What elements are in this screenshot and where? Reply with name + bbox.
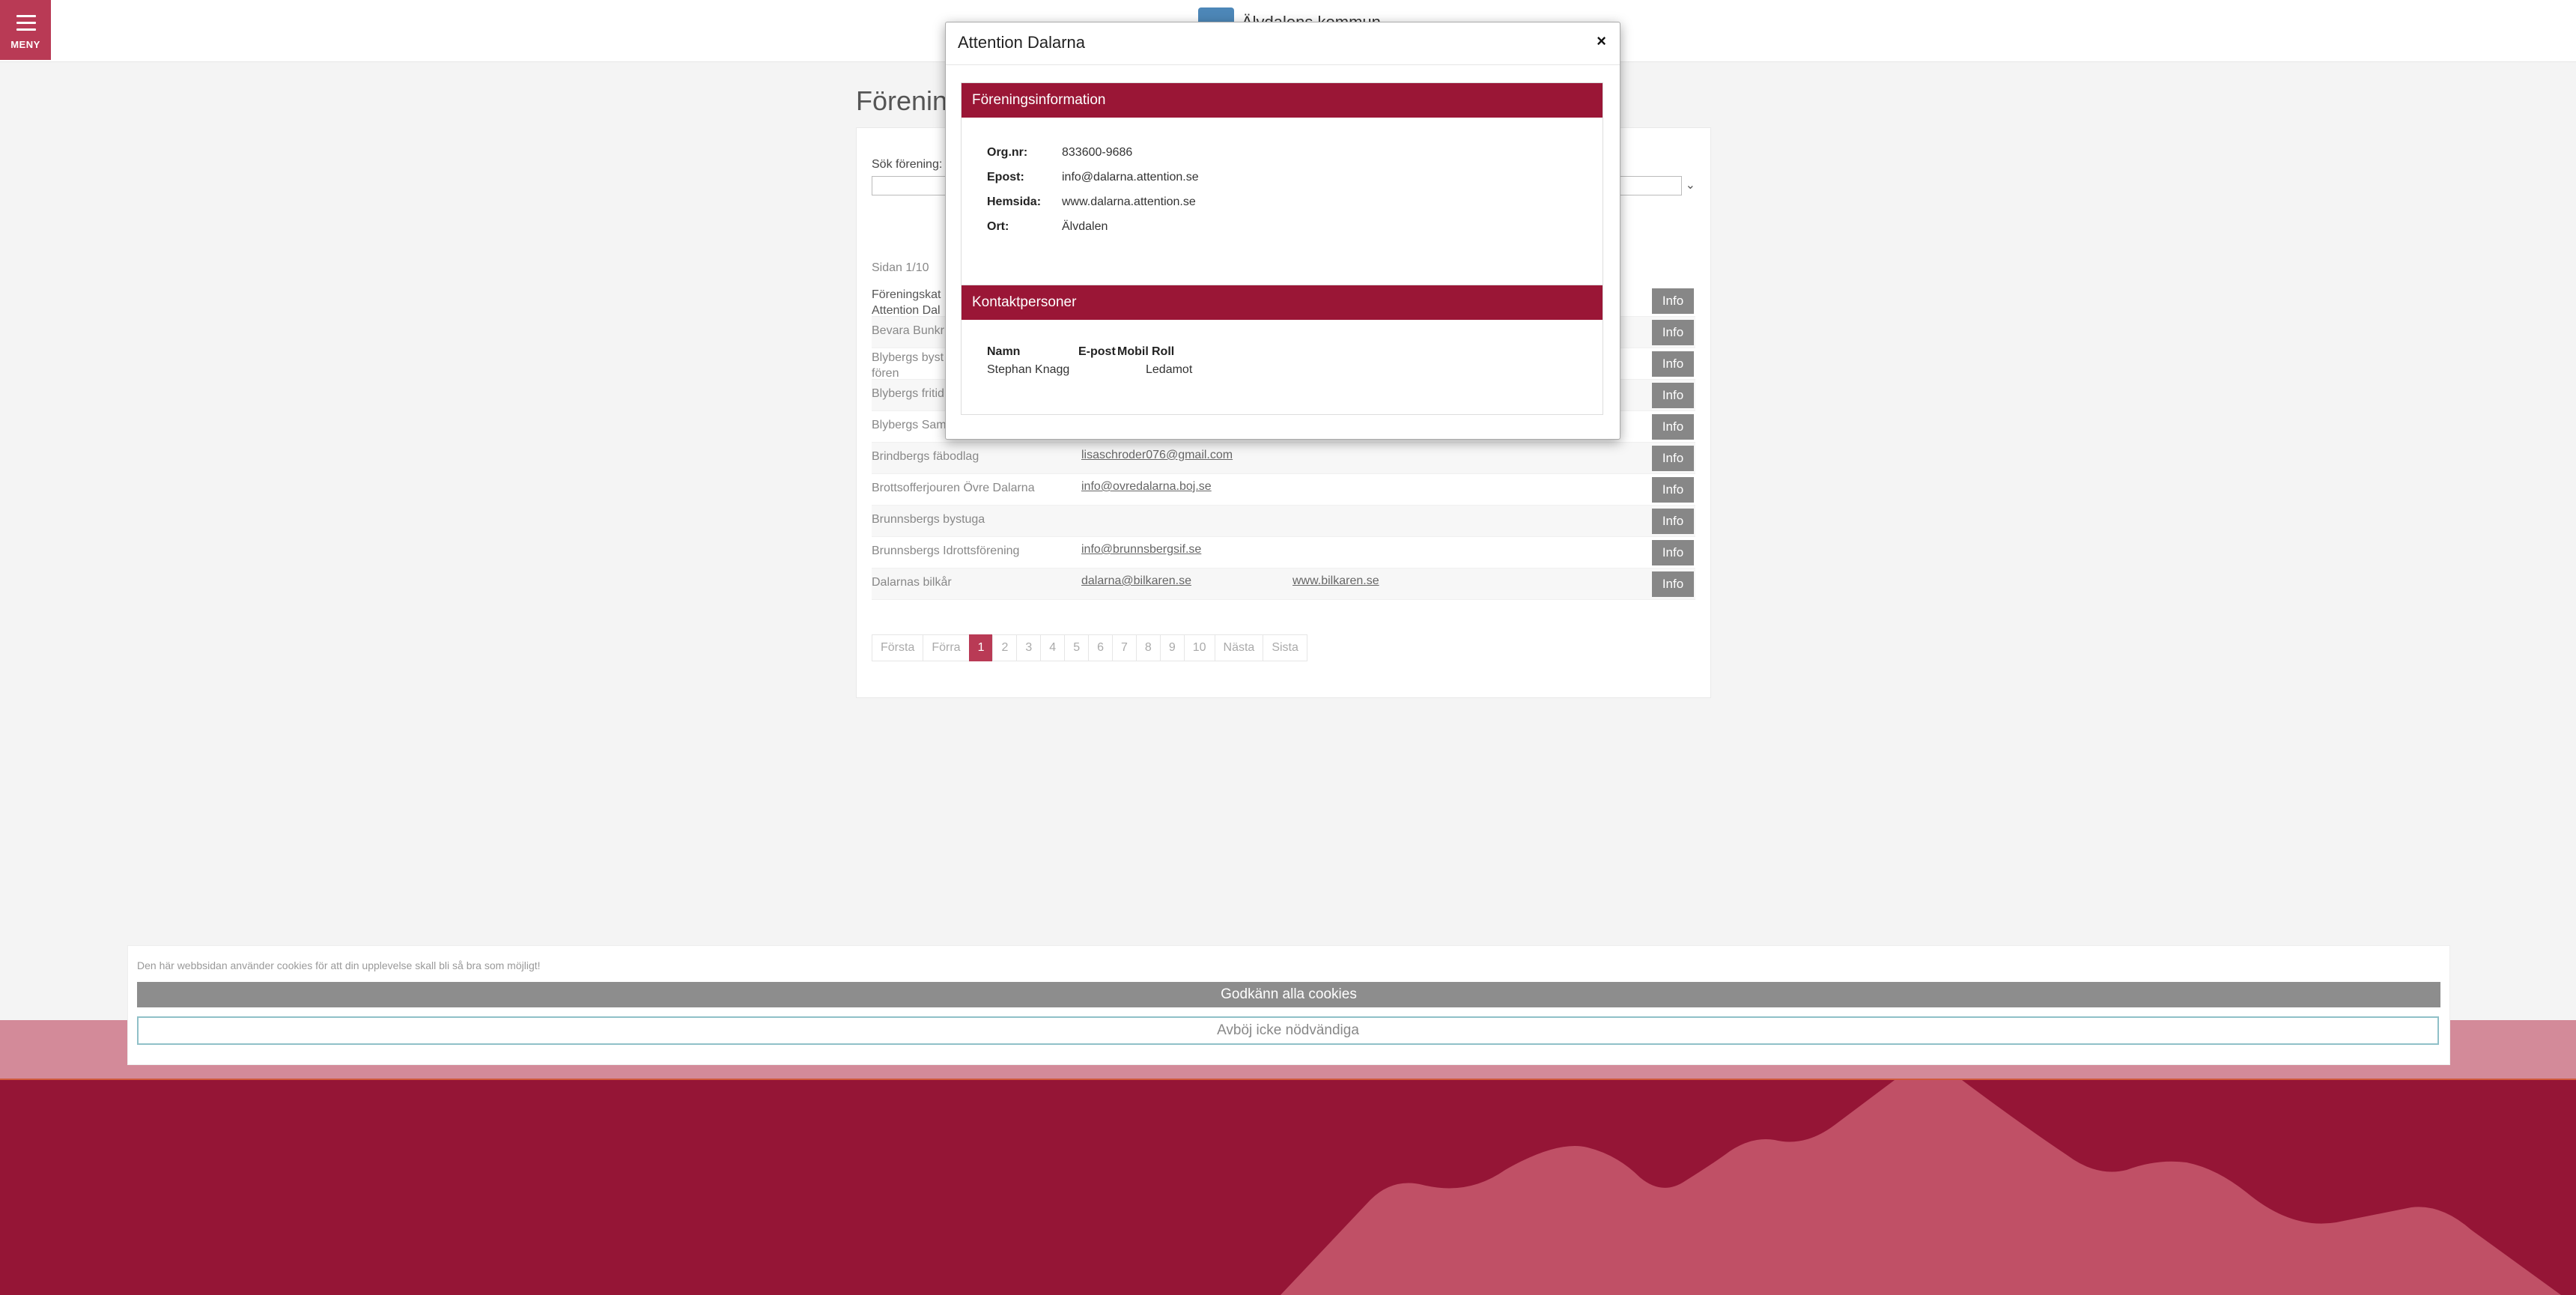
page-previous[interactable]: Förra <box>923 634 970 661</box>
page-4[interactable]: 4 <box>1040 634 1066 661</box>
hamburger-icon <box>16 15 36 35</box>
org-number-row: Org.nr: 833600-9686 <box>987 146 1132 160</box>
cookie-text: Den här webbsidan använder cookies för a… <box>137 959 541 971</box>
mountain-illustration <box>1281 1080 2561 1295</box>
contact-role: Ledamot <box>1146 363 1193 376</box>
info-button[interactable]: Info <box>1652 571 1694 597</box>
modal-title: Attention Dalarna <box>958 33 1085 52</box>
info-button[interactable]: Info <box>1652 320 1694 345</box>
info-button[interactable]: Info <box>1652 446 1694 471</box>
info-button[interactable]: Info <box>1652 414 1694 440</box>
page-next[interactable]: Nästa <box>1214 634 1264 661</box>
list-item: Brindbergs fäbodlag lisaschroder076@gmai… <box>872 443 1695 474</box>
email-label: Epost: <box>987 171 1024 184</box>
association-name: Brindbergs fäbodlag <box>872 450 979 463</box>
page-9[interactable]: 9 <box>1159 634 1185 661</box>
list-item: Brunnsbergs bystuga Info <box>872 506 1695 537</box>
info-button[interactable]: Info <box>1652 509 1694 534</box>
association-website-link[interactable]: www.bilkaren.se <box>1292 574 1379 588</box>
accept-cookies-button[interactable]: Godkänn alla cookies <box>137 982 2440 1007</box>
association-name: Dalarnas bilkår <box>872 576 952 589</box>
info-button[interactable]: Info <box>1652 288 1694 314</box>
association-email-link[interactable]: info@brunnsbergsif.se <box>1081 543 1201 556</box>
contacts-section: Kontaktpersoner Namn E-post Mobil Roll S… <box>961 285 1603 415</box>
page-1[interactable]: 1 <box>968 634 994 661</box>
page-3[interactable]: 3 <box>1016 634 1042 661</box>
info-button[interactable]: Info <box>1652 540 1694 565</box>
cookie-banner: Den här webbsidan använder cookies för a… <box>127 945 2450 1065</box>
page-title: Förenin <box>856 85 948 116</box>
close-icon[interactable]: × <box>1597 31 1606 51</box>
decline-cookies-button[interactable]: Avböj icke nödvändiga <box>137 1016 2439 1045</box>
email-value: info@dalarna.attention.se <box>1062 171 1199 184</box>
city-value: Älvdalen <box>1062 220 1108 233</box>
association-name: Brottsofferjouren Övre Dalarna <box>872 482 1035 494</box>
website-value: www.dalarna.attention.se <box>1062 195 1196 208</box>
list-item: Brottsofferjouren Övre Dalarna info@ovre… <box>872 474 1695 506</box>
page-10[interactable]: 10 <box>1183 634 1215 661</box>
list-item: Dalarnas bilkår dalarna@bilkaren.se www.… <box>872 568 1695 600</box>
menu-label: MENY <box>10 39 40 50</box>
contact-col-name: Namn <box>987 345 1021 358</box>
info-button[interactable]: Info <box>1652 477 1694 503</box>
page-6[interactable]: 6 <box>1088 634 1114 661</box>
page-count: Sidan 1/10 <box>872 261 929 274</box>
pagination: Första Förra 1 2 3 4 5 6 7 8 9 10 Nästa … <box>872 634 1307 661</box>
contact-col-mobile: Mobil <box>1117 345 1149 358</box>
association-info-heading: Föreningsinformation <box>962 83 1603 118</box>
chevron-down-icon[interactable]: ⌄ <box>1686 178 1695 192</box>
info-button[interactable]: Info <box>1652 383 1694 408</box>
contact-col-role: Roll <box>1152 345 1175 358</box>
association-modal: Attention Dalarna × Föreningsinformation… <box>945 22 1620 440</box>
city-row: Ort: Älvdalen <box>987 220 1108 234</box>
email-row: Epost: info@dalarna.attention.se <box>987 171 1199 184</box>
page-2[interactable]: 2 <box>992 634 1018 661</box>
site-footer <box>0 1080 2576 1295</box>
org-number-value: 833600-9686 <box>1062 146 1133 159</box>
website-row: Hemsida: www.dalarna.attention.se <box>987 195 1196 209</box>
page-first[interactable]: Första <box>872 634 924 661</box>
association-info-section: Föreningsinformation Org.nr: 833600-9686 … <box>961 82 1603 291</box>
info-button[interactable]: Info <box>1652 351 1694 377</box>
contact-col-email: E-post <box>1078 345 1116 358</box>
association-email-link[interactable]: lisaschroder076@gmail.com <box>1081 449 1233 462</box>
page-5[interactable]: 5 <box>1064 634 1090 661</box>
association-name: Brunnsbergs bystuga <box>872 513 985 526</box>
org-number-label: Org.nr: <box>987 146 1028 159</box>
contact-name: Stephan Knagg <box>987 363 1070 376</box>
association-email-link[interactable]: info@ovredalarna.boj.se <box>1081 480 1212 494</box>
contacts-heading: Kontaktpersoner <box>962 285 1603 320</box>
website-label: Hemsida: <box>987 195 1042 208</box>
page-8[interactable]: 8 <box>1135 634 1161 661</box>
list-item: Brunnsbergs Idrottsförening info@brunnsb… <box>872 537 1695 568</box>
search-label: Sök förening: <box>872 158 943 171</box>
city-label: Ort: <box>987 220 1009 233</box>
page-7[interactable]: 7 <box>1112 634 1137 661</box>
modal-divider <box>946 64 1620 65</box>
menu-button[interactable]: MENY <box>0 0 51 60</box>
association-email-link[interactable]: dalarna@bilkaren.se <box>1081 574 1191 588</box>
page-last[interactable]: Sista <box>1263 634 1307 661</box>
association-name: Brunnsbergs Idrottsförening <box>872 545 1020 557</box>
